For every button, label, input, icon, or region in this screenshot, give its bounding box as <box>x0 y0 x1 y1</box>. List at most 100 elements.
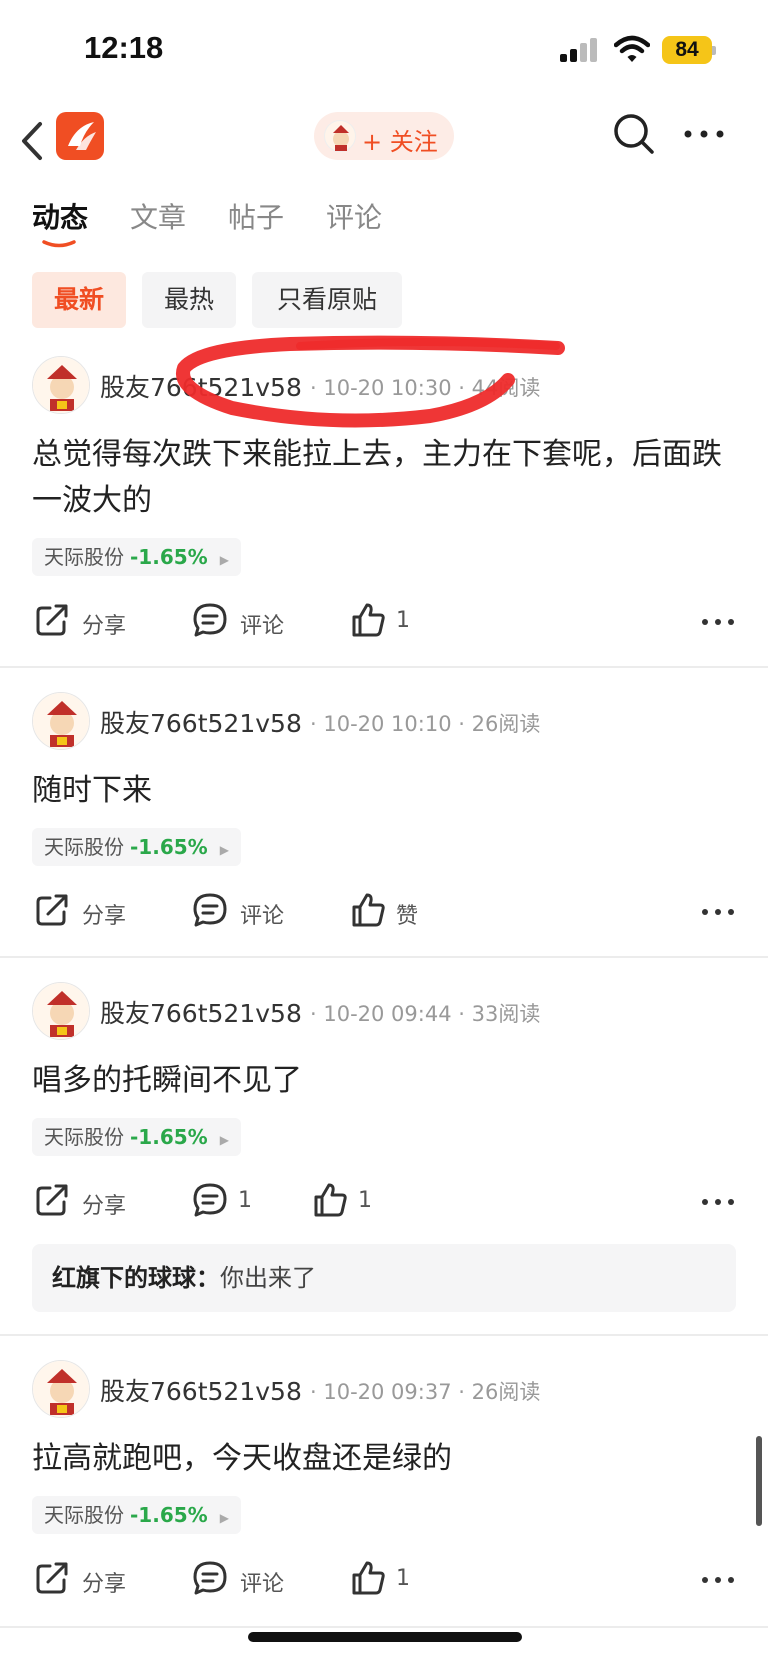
post-datetime: 10-20 10:10 <box>323 712 452 736</box>
post-reads: 26阅读 <box>471 1380 541 1404</box>
sort-filters: 最新 最热 只看原贴 <box>0 272 768 330</box>
post-meta: · 10-20 09:44 · 33阅读 <box>310 1002 541 1026</box>
share-icon <box>36 894 68 926</box>
play-arrow-icon: ▶ <box>219 843 229 857</box>
like-count: 1 <box>358 1188 372 1213</box>
like-button[interactable]: 1 <box>350 602 430 642</box>
scrollbar[interactable] <box>756 1436 762 1526</box>
home-indicator[interactable] <box>248 1632 522 1642</box>
comment-label: 评论 <box>240 904 285 929</box>
author-name[interactable]: 股友766t521v58 <box>100 994 302 1030</box>
stock-tag[interactable]: 天际股份 -1.65% ▶ <box>32 828 241 866</box>
post-item[interactable]: 股友766t521v58 · 10-20 10:10 · 26阅读 随时下来 天… <box>0 688 768 956</box>
share-button[interactable]: 分享 <box>34 1560 144 1600</box>
status-time: 12:18 <box>84 30 164 65</box>
post-more-icon[interactable] <box>700 906 736 918</box>
play-arrow-icon: ▶ <box>219 1133 229 1147</box>
post-item[interactable]: 股友766t521v58 · 10-20 10:30 · 44阅读 总觉得每次跌… <box>0 352 768 668</box>
wifi-icon <box>614 35 650 62</box>
comment-text: 你出来了 <box>220 1264 316 1292</box>
post-meta: · 10-20 09:37 · 26阅读 <box>310 1380 541 1404</box>
share-label: 分享 <box>82 1194 127 1219</box>
battery-level: 84 <box>662 36 712 64</box>
like-count: 1 <box>396 608 410 633</box>
post-item[interactable]: 股友766t521v58 · 10-20 09:37 · 26阅读 拉高就跑吧，… <box>0 1356 768 1624</box>
content-tabs: 动态 文章 帖子 评论 <box>0 196 768 256</box>
post-content[interactable]: 拉高就跑吧，今天收盘还是绿的 <box>32 1436 742 1482</box>
comment-button[interactable]: 评论 <box>192 1560 302 1600</box>
follow-button[interactable]: + 关注 <box>314 112 454 160</box>
stock-tag[interactable]: 天际股份 -1.65% ▶ <box>32 1496 241 1534</box>
like-button[interactable]: 赞 <box>350 892 430 932</box>
filter-hot[interactable]: 最热 <box>142 272 236 328</box>
post-datetime: 10-20 10:30 <box>323 376 452 400</box>
post-reads: 44阅读 <box>471 376 541 400</box>
stock-tag[interactable]: 天际股份 -1.65% ▶ <box>32 1118 241 1156</box>
share-button[interactable]: 分享 <box>34 892 144 932</box>
stock-change: -1.65% <box>130 545 208 569</box>
author-name[interactable]: 股友766t521v58 <box>100 368 302 404</box>
thumbs-up-icon <box>352 1561 385 1595</box>
stock-name: 天际股份 <box>44 1503 124 1527</box>
tab-comments[interactable]: 评论 <box>326 196 382 236</box>
active-tab-underline <box>42 240 76 248</box>
back-arrow-icon[interactable] <box>16 116 52 166</box>
battery-indicator: 84 <box>662 36 716 64</box>
comment-user: 红旗下的球球： <box>52 1264 220 1292</box>
post-content[interactable]: 总觉得每次跌下来能拉上去，主力在下套呢，后面跌一波大的 <box>32 432 742 524</box>
tab-posts[interactable]: 帖子 <box>228 196 284 236</box>
author-name[interactable]: 股友766t521v58 <box>100 704 302 740</box>
user-avatar[interactable] <box>32 356 90 414</box>
user-avatar-small <box>324 120 356 152</box>
app-logo[interactable] <box>56 112 104 160</box>
post-more-icon[interactable] <box>700 1196 736 1208</box>
comment-preview[interactable]: 红旗下的球球：你出来了 <box>32 1244 736 1312</box>
comment-button[interactable]: 评论 <box>192 892 302 932</box>
comment-icon <box>193 603 227 637</box>
thumbs-up-icon <box>352 893 385 927</box>
profile-header: + 关注 <box>0 108 768 172</box>
share-icon <box>36 604 68 636</box>
like-count: 1 <box>396 1566 410 1591</box>
divider <box>0 1334 768 1336</box>
comment-label: 评论 <box>240 614 285 639</box>
post-reads: 26阅读 <box>471 712 541 736</box>
share-button[interactable]: 分享 <box>34 1182 144 1222</box>
stock-name: 天际股份 <box>44 545 124 569</box>
user-avatar[interactable] <box>32 982 90 1040</box>
play-arrow-icon: ▶ <box>219 1511 229 1525</box>
post-content[interactable]: 唱多的托瞬间不见了 <box>32 1058 742 1104</box>
play-arrow-icon: ▶ <box>219 553 229 567</box>
tab-dynamic[interactable]: 动态 <box>32 196 88 236</box>
divider <box>0 1626 768 1628</box>
filter-latest[interactable]: 最新 <box>32 272 126 328</box>
post-more-icon[interactable] <box>700 1574 736 1586</box>
post-item[interactable]: 股友766t521v58 · 10-20 09:44 · 33阅读 唱多的托瞬间… <box>0 978 768 1334</box>
filter-original-only[interactable]: 只看原贴 <box>252 272 402 328</box>
share-button[interactable]: 分享 <box>34 602 144 642</box>
more-options-icon[interactable] <box>680 122 728 146</box>
like-button[interactable]: 1 <box>312 1182 382 1222</box>
stock-change: -1.65% <box>130 835 208 859</box>
stock-tag[interactable]: 天际股份 -1.65% ▶ <box>32 538 241 576</box>
user-avatar[interactable] <box>32 692 90 750</box>
divider <box>0 956 768 958</box>
status-bar: 12:18 84 <box>0 0 768 100</box>
post-more-icon[interactable] <box>700 616 736 628</box>
user-avatar[interactable] <box>32 1360 90 1418</box>
divider <box>0 666 768 668</box>
comment-count: 1 <box>238 1188 252 1213</box>
post-datetime: 10-20 09:37 <box>323 1380 452 1404</box>
like-button[interactable]: 1 <box>350 1560 430 1600</box>
thumbs-up-icon <box>314 1183 347 1217</box>
search-icon[interactable] <box>610 110 658 158</box>
comment-button[interactable]: 1 <box>192 1182 262 1222</box>
thumbs-up-icon <box>352 603 385 637</box>
tab-articles[interactable]: 文章 <box>130 196 186 236</box>
comment-label: 评论 <box>240 1572 285 1597</box>
post-content[interactable]: 随时下来 <box>32 768 742 814</box>
share-icon <box>36 1562 68 1594</box>
author-name[interactable]: 股友766t521v58 <box>100 1372 302 1408</box>
comment-button[interactable]: 评论 <box>192 602 302 642</box>
cellular-signal-icon <box>560 38 598 62</box>
